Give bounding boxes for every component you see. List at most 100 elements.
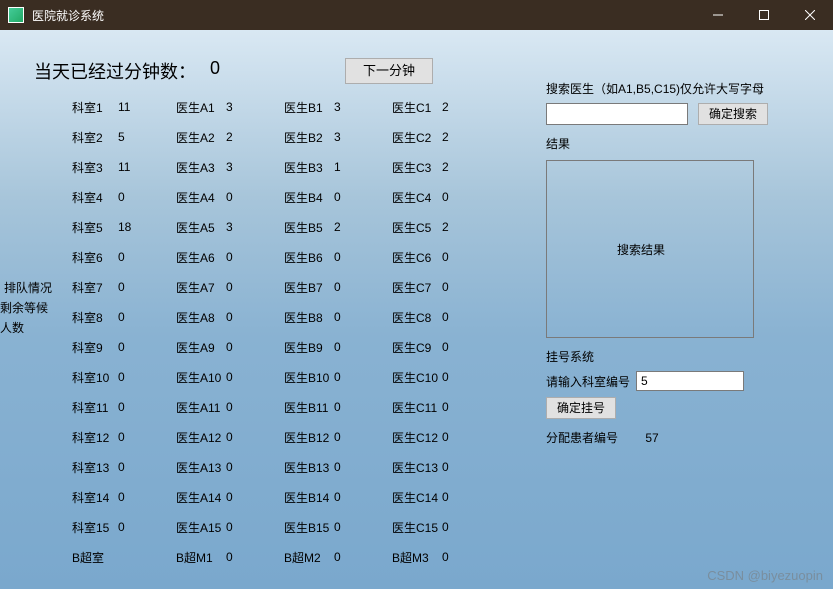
doctor-b-name-cell: 医生B10 bbox=[284, 369, 334, 386]
doctor-b-name-cell: 医生B6 bbox=[284, 249, 334, 266]
doctor-a-count-cell: 0 bbox=[226, 400, 284, 414]
doctor-a-count-cell: 0 bbox=[226, 370, 284, 384]
doctor-a-name-cell: 医生A1 bbox=[176, 99, 226, 116]
doctor-b-count-cell: 3 bbox=[334, 100, 392, 114]
doctor-b-count-cell: 3 bbox=[334, 130, 392, 144]
doctor-a-count-cell: 0 bbox=[226, 430, 284, 444]
doctor-c-name-cell: 医生C3 bbox=[392, 159, 442, 176]
doctor-b-count-cell: 0 bbox=[334, 370, 392, 384]
window-title: 医院就诊系统 bbox=[32, 7, 695, 24]
doctor-a-name-cell: 医生A8 bbox=[176, 309, 226, 326]
table-row: B超室B超M10B超M20B超M30 bbox=[72, 542, 500, 572]
elapsed-minutes-value: 0 bbox=[210, 58, 220, 79]
doctor-a-count-cell: 0 bbox=[226, 460, 284, 474]
doctor-b-count-cell: 0 bbox=[334, 550, 392, 564]
doctor-a-name-cell: 医生A7 bbox=[176, 279, 226, 296]
dept-count-cell: 0 bbox=[118, 430, 176, 444]
doctor-c-count-cell: 0 bbox=[442, 370, 500, 384]
doctor-c-name-cell: 医生C4 bbox=[392, 189, 442, 206]
doctor-b-count-cell: 0 bbox=[334, 490, 392, 504]
doctor-c-name-cell: 医生C12 bbox=[392, 429, 442, 446]
doctor-c-count-cell: 0 bbox=[442, 250, 500, 264]
queue-status-line2: 剩余等候人数 bbox=[0, 298, 56, 338]
table-row: 科室518医生A53医生B52医生C52 bbox=[72, 212, 500, 242]
table-row: 科室60医生A60医生B60医生C60 bbox=[72, 242, 500, 272]
doctor-c-count-cell: 0 bbox=[442, 400, 500, 414]
doctor-c-count-cell: 0 bbox=[442, 490, 500, 504]
doctor-c-count-cell: 2 bbox=[442, 130, 500, 144]
next-minute-button[interactable]: 下一分钟 bbox=[345, 58, 433, 84]
table-row: 科室70医生A70医生B70医生C70 bbox=[72, 272, 500, 302]
doctor-c-count-cell: 0 bbox=[442, 430, 500, 444]
doctor-a-name-cell: 医生A2 bbox=[176, 129, 226, 146]
doctor-c-count-cell: 0 bbox=[442, 310, 500, 324]
doctor-b-count-cell: 0 bbox=[334, 400, 392, 414]
dept-count-cell: 0 bbox=[118, 250, 176, 264]
minimize-button[interactable] bbox=[695, 0, 741, 30]
doctor-b-name-cell: 医生B14 bbox=[284, 489, 334, 506]
table-row: 科室120医生A120医生B120医生C120 bbox=[72, 422, 500, 452]
dept-name-cell: 科室10 bbox=[72, 369, 118, 386]
doctor-b-count-cell: 0 bbox=[334, 280, 392, 294]
doctor-c-name-cell: 医生C7 bbox=[392, 279, 442, 296]
doctor-a-count-cell: 0 bbox=[226, 280, 284, 294]
doctor-a-name-cell: 医生A3 bbox=[176, 159, 226, 176]
dept-name-cell: 科室7 bbox=[72, 279, 118, 296]
doctor-b-count-cell: 1 bbox=[334, 160, 392, 174]
doctor-a-name-cell: 医生A4 bbox=[176, 189, 226, 206]
register-dept-input[interactable] bbox=[636, 371, 744, 391]
doctor-c-count-cell: 2 bbox=[442, 220, 500, 234]
register-title: 挂号系统 bbox=[546, 348, 816, 365]
queue-status-line1: 排队情况 bbox=[0, 278, 56, 298]
search-hint: 搜索医生（如A1,B5,C15)仅允许大写字母 bbox=[546, 80, 816, 97]
doctor-c-count-cell: 0 bbox=[442, 520, 500, 534]
dept-name-cell: 科室8 bbox=[72, 309, 118, 326]
table-row: 科室40医生A40医生B40医生C40 bbox=[72, 182, 500, 212]
dept-name-cell: 科室6 bbox=[72, 249, 118, 266]
doctor-a-count-cell: 0 bbox=[226, 520, 284, 534]
doctor-b-name-cell: 医生B9 bbox=[284, 339, 334, 356]
doctor-a-count-cell: 0 bbox=[226, 550, 284, 564]
dept-count-cell: 0 bbox=[118, 490, 176, 504]
dept-count-cell: 0 bbox=[118, 370, 176, 384]
search-doctor-input[interactable] bbox=[546, 103, 688, 125]
doctor-b-count-cell: 0 bbox=[334, 460, 392, 474]
table-row: 科室150医生A150医生B150医生C150 bbox=[72, 512, 500, 542]
doctor-b-name-cell: 医生B1 bbox=[284, 99, 334, 116]
dept-name-cell: 科室14 bbox=[72, 489, 118, 506]
doctor-c-count-cell: 0 bbox=[442, 280, 500, 294]
doctor-c-name-cell: 医生C5 bbox=[392, 219, 442, 236]
doctor-a-count-cell: 0 bbox=[226, 340, 284, 354]
table-row: 科室90医生A90医生B90医生C90 bbox=[72, 332, 500, 362]
table-row: 科室140医生A140医生B140医生C140 bbox=[72, 482, 500, 512]
dept-count-cell: 0 bbox=[118, 190, 176, 204]
register-confirm-button[interactable]: 确定挂号 bbox=[546, 397, 616, 419]
doctor-b-name-cell: 医生B7 bbox=[284, 279, 334, 296]
doctor-b-name-cell: 医生B13 bbox=[284, 459, 334, 476]
search-confirm-button[interactable]: 确定搜索 bbox=[698, 103, 768, 125]
close-button[interactable] bbox=[787, 0, 833, 30]
dept-count-cell: 11 bbox=[118, 160, 176, 174]
dept-count-cell: 0 bbox=[118, 460, 176, 474]
doctor-a-name-cell: 医生A5 bbox=[176, 219, 226, 236]
doctor-b-name-cell: 医生B11 bbox=[284, 399, 334, 416]
window-controls bbox=[695, 0, 833, 30]
assigned-patient-label: 分配患者编号 bbox=[546, 431, 618, 445]
doctor-b-count-cell: 0 bbox=[334, 310, 392, 324]
doctor-b-name-cell: B超M2 bbox=[284, 549, 334, 566]
doctor-a-name-cell: 医生A11 bbox=[176, 399, 226, 416]
doctor-c-count-cell: 2 bbox=[442, 160, 500, 174]
search-result-box: 搜索结果 bbox=[546, 160, 754, 338]
doctor-b-name-cell: 医生B2 bbox=[284, 129, 334, 146]
doctor-b-count-cell: 0 bbox=[334, 340, 392, 354]
doctor-b-count-cell: 0 bbox=[334, 250, 392, 264]
maximize-button[interactable] bbox=[741, 0, 787, 30]
doctor-c-name-cell: 医生C1 bbox=[392, 99, 442, 116]
queue-status-label: 排队情况 剩余等候人数 bbox=[0, 278, 56, 338]
doctor-a-count-cell: 0 bbox=[226, 490, 284, 504]
doctor-c-name-cell: 医生C2 bbox=[392, 129, 442, 146]
dept-name-cell: 科室5 bbox=[72, 219, 118, 236]
doctor-c-name-cell: 医生C14 bbox=[392, 489, 442, 506]
doctor-a-name-cell: 医生A13 bbox=[176, 459, 226, 476]
table-row: 科室110医生A110医生B110医生C110 bbox=[72, 392, 500, 422]
